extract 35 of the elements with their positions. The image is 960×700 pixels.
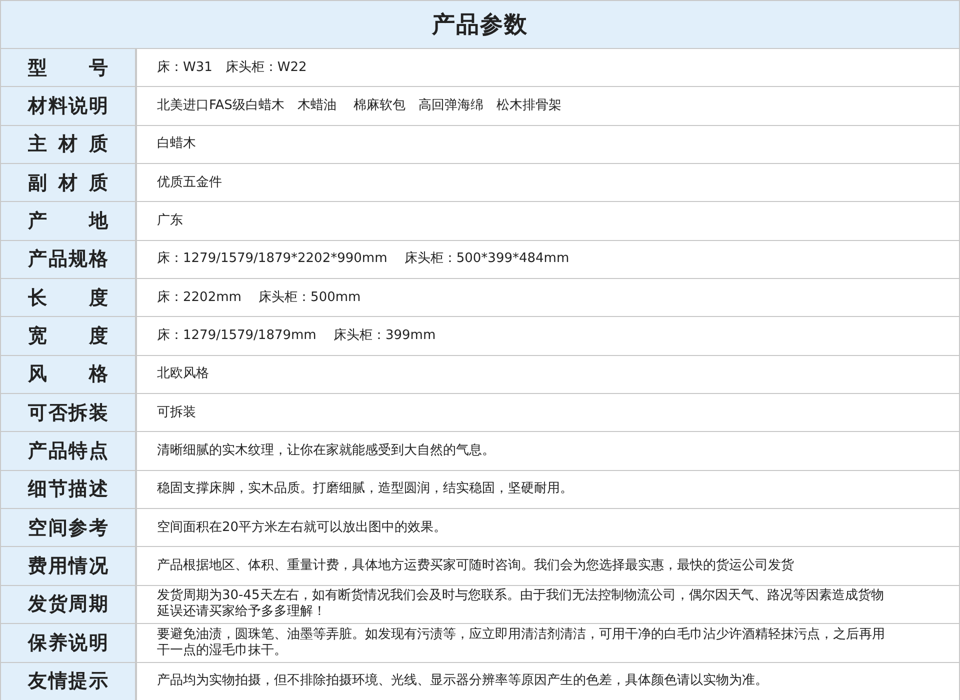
row-value: 白蜡木 — [157, 136, 196, 152]
row-label: 产品特点 — [28, 439, 108, 464]
row-label: 产品规格 — [28, 247, 108, 272]
row-label: 材料说明 — [28, 94, 108, 120]
row-value: 床：W31 床头柜：W22 — [157, 60, 307, 76]
row-value: 产品根据地区、体积、重量计费，具体地方运费买家可随时咨询。我们会为您选择最实惠，最快的货运公司发货 — [157, 558, 794, 574]
row-label: 费用情况 — [28, 554, 108, 580]
row-value: 广东 — [157, 213, 183, 230]
row-value: 床：1279/1579/1879*2202*990mm 床头柜：500*399*484mm — [157, 251, 570, 268]
row-label: 宽 度 — [28, 324, 108, 350]
row-value: 产品均为实物拍摄，但不排除拍摄环境、光线、显示器分辨率等原因产生的色差，具体颜色请以实物为准。 — [157, 673, 768, 690]
row-label: 可否拆装 — [28, 400, 108, 426]
row-label: 主 材 质 — [28, 132, 108, 158]
row-value: 北美进口FAS级白蜡木 木蜡油 棉麻软包 高回弹海绵 松木排骨架 — [157, 98, 562, 114]
row-label: 空间参考 — [28, 516, 108, 541]
row-value: 清晰细腻的实木纹理，让你在家就能感受到大自然的气息。 — [157, 443, 495, 460]
row-label: 副 材 质 — [28, 170, 108, 196]
row-label: 保养说明 — [28, 630, 108, 656]
table-title: 产品参数 — [432, 11, 528, 40]
row-value: 发货周期为30-45天左右，如有断货情况我们会及时与您联系。由于我们无法控制物流公司，偶尔因天气、路况等因素造成货物延误还请买家给予多多理解！ — [157, 588, 885, 620]
row-label: 细节描述 — [28, 477, 108, 502]
row-label: 友情提示 — [28, 669, 108, 694]
row-value: 空间面积在20平方米左右就可以放出图中的效果。 — [157, 520, 447, 536]
row-label: 型 号 — [28, 56, 108, 81]
row-value: 稳固支撑床脚，实木品质。打磨细腻，造型圆润，结实稳固，坚硬耐用。 — [157, 481, 573, 498]
row-value: 可拆装 — [157, 404, 196, 421]
row-value: 北欧风格 — [157, 366, 209, 382]
row-label: 产 地 — [28, 209, 108, 234]
row-label: 长 度 — [28, 286, 108, 311]
row-value: 床：2202mm 床头柜：500mm — [157, 290, 361, 306]
row-value: 优质五金件 — [157, 174, 222, 191]
row-label: 发货周期 — [28, 592, 108, 618]
row-value: 要避免油渍，圆珠笔、油墨等弄脏。如发现有污渍等，应立即用清洁剂清洁，可用干净的白毛巾沾少许酒精轻抹污点，之后再用干一点的湿毛巾抹干。 — [157, 626, 886, 659]
row-label: 风 格 — [28, 362, 108, 388]
row-value: 床：1279/1579/1879mm 床头柜：399mm — [157, 328, 436, 344]
